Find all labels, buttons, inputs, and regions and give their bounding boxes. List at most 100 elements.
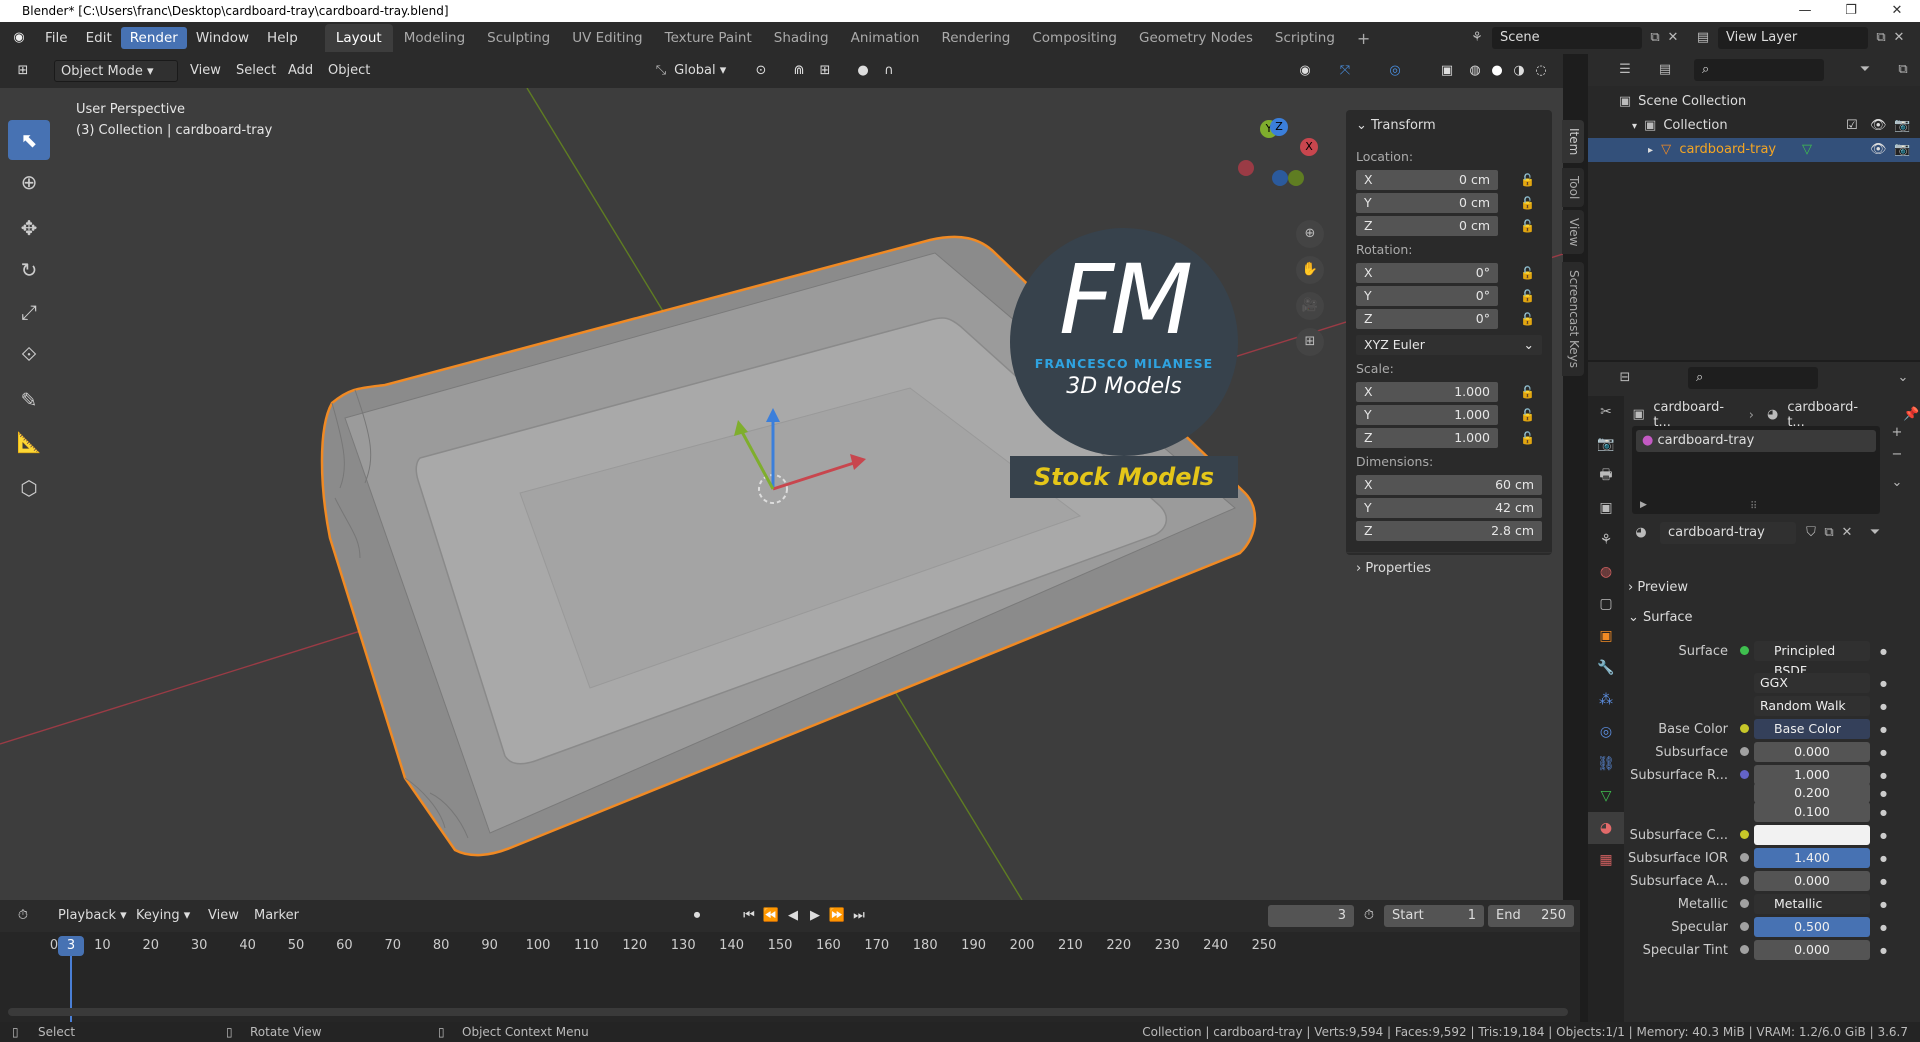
socket-icon[interactable] xyxy=(1736,644,1754,659)
socket-icon[interactable] xyxy=(1736,920,1754,935)
lock-icon[interactable]: 🔓 xyxy=(1520,266,1540,280)
gizmo-toggle-icon[interactable]: ⤧ xyxy=(1336,60,1354,82)
output-properties-icon[interactable]: 🖶 xyxy=(1588,460,1624,492)
gizmo-x-axis[interactable]: X xyxy=(1300,138,1318,156)
render-properties-icon[interactable]: 📷 xyxy=(1588,428,1624,460)
menu-view[interactable]: View xyxy=(190,60,221,82)
filter-icon[interactable]: ⏷ xyxy=(1856,61,1874,79)
scene-name-field[interactable]: Scene xyxy=(1492,27,1642,49)
rendered-shading-icon[interactable]: ◌ xyxy=(1532,60,1550,82)
menu-select[interactable]: Select xyxy=(236,60,276,82)
surface-prop-row[interactable]: Random Walk ● xyxy=(1628,695,1914,717)
wireframe-shading-icon[interactable]: ◍ xyxy=(1466,60,1484,82)
dimensions-x-row[interactable]: X 60 cm xyxy=(1356,474,1542,496)
tab-geometry-nodes[interactable]: Geometry Nodes xyxy=(1128,24,1264,52)
tab-screencast-keys[interactable]: Screencast Keys xyxy=(1562,262,1584,376)
next-keyframe-icon[interactable]: ⏩ xyxy=(828,905,846,927)
lock-icon[interactable]: 🔓 xyxy=(1520,385,1540,399)
expand-icon[interactable]: ▸ xyxy=(1648,145,1653,156)
add-slot-icon[interactable]: + xyxy=(1888,424,1906,442)
keyframe-dot-icon[interactable]: ● xyxy=(1880,831,1887,840)
location-z-row[interactable]: Z0 cm 🔓 xyxy=(1356,215,1542,237)
view-layer-field[interactable]: View Layer xyxy=(1718,27,1868,49)
stopwatch-icon[interactable]: ⏱ xyxy=(1360,905,1378,927)
menu-window[interactable]: Window xyxy=(187,27,258,49)
measure-tool-icon[interactable]: 📐 xyxy=(8,422,50,462)
gizmo-neg-x[interactable] xyxy=(1238,160,1254,176)
snap-icon[interactable]: ⋒ xyxy=(790,60,808,82)
delete-view-layer-icon[interactable]: ✕ xyxy=(1890,29,1908,47)
scale-x-row[interactable]: X 1.000 🔓 xyxy=(1356,381,1542,403)
editor-type-icon[interactable]: ⊞ xyxy=(14,60,32,82)
menu-marker[interactable]: Marker xyxy=(254,905,299,927)
menu-help[interactable]: Help xyxy=(258,27,307,49)
gizmo-neg-z[interactable] xyxy=(1272,170,1288,186)
lock-icon[interactable]: 🔓 xyxy=(1520,219,1540,233)
menu-object[interactable]: Object xyxy=(328,60,370,82)
scale-z-row[interactable]: Z 1.000 🔓 xyxy=(1356,427,1542,449)
surface-prop-row[interactable]: Specular Tint 0.000 ● xyxy=(1628,939,1914,961)
pivot-icon[interactable]: ⊙ xyxy=(752,60,770,82)
material-browse-icon[interactable]: ◕ xyxy=(1632,524,1650,542)
move-tool-icon[interactable]: ✥ xyxy=(8,208,50,248)
menu-keying[interactable]: Keying ▾ xyxy=(136,905,190,927)
tab-animation[interactable]: Animation xyxy=(840,24,931,52)
lock-icon[interactable]: 🔓 xyxy=(1520,408,1540,422)
tab-item[interactable]: Item xyxy=(1562,120,1584,164)
prop-value-field[interactable]: Principled BSDF xyxy=(1754,641,1870,678)
blender-logo-icon[interactable]: ◉ xyxy=(10,29,28,47)
constraints-properties-icon[interactable]: ⛓ xyxy=(1588,748,1624,780)
surface-prop-row[interactable]: Subsurface C... ● xyxy=(1628,824,1914,846)
material-properties-icon[interactable]: ◕ xyxy=(1588,812,1624,844)
keyframe-dot-icon[interactable]: ● xyxy=(1880,789,1887,798)
view-layer-properties-icon[interactable]: ▣ xyxy=(1588,492,1624,524)
keyframe-dot-icon[interactable]: ● xyxy=(1880,854,1887,863)
properties-search-input[interactable]: ⌕ xyxy=(1688,367,1818,389)
socket-icon[interactable] xyxy=(1736,897,1754,912)
render-camera-icon[interactable]: 📷 xyxy=(1894,114,1910,138)
surface-prop-row[interactable]: Metallic Metallic ● xyxy=(1628,893,1914,915)
keyframe-dot-icon[interactable]: ● xyxy=(1880,877,1887,886)
current-frame-field[interactable]: 3 xyxy=(1268,905,1354,927)
socket-icon[interactable] xyxy=(1736,851,1754,866)
prop-value-field[interactable]: 0.000 xyxy=(1754,871,1870,891)
surface-prop-row[interactable]: Subsurface 0.000 ● xyxy=(1628,741,1914,763)
keyframe-dot-icon[interactable]: ● xyxy=(1880,748,1887,757)
surface-prop-row[interactable]: Base Color Base Color ● xyxy=(1628,718,1914,740)
jump-start-icon[interactable]: ⏮ xyxy=(740,905,758,927)
tab-uv-editing[interactable]: UV Editing xyxy=(561,24,653,52)
eye-icon[interactable]: 👁 xyxy=(1870,114,1887,138)
lock-icon[interactable]: 🔓 xyxy=(1520,289,1540,303)
location-y-row[interactable]: Y0 cm 🔓 xyxy=(1356,192,1542,214)
material-name-field[interactable]: cardboard-tray xyxy=(1660,522,1796,544)
cursor-tool-icon[interactable]: ⊕ xyxy=(8,162,50,202)
keyframe-dot-icon[interactable]: ● xyxy=(1880,946,1887,955)
particles-properties-icon[interactable]: ⁂ xyxy=(1588,684,1624,716)
tab-scripting[interactable]: Scripting xyxy=(1264,24,1346,52)
prop-value-field[interactable]: 1.400 xyxy=(1754,848,1870,868)
duplicate-material-icon[interactable]: ⧉ xyxy=(1820,524,1838,542)
properties-editor-icon[interactable]: ⊟ xyxy=(1616,369,1634,387)
gizmo-z-axis[interactable]: Z xyxy=(1270,118,1288,136)
outliner-collection[interactable]: ▾ ▣ Collection ☑ 👁 📷 xyxy=(1588,114,1920,138)
tab-texture-paint[interactable]: Texture Paint xyxy=(654,24,763,52)
solid-shading-icon[interactable]: ● xyxy=(1488,60,1506,82)
playhead-frame-label[interactable]: 3 xyxy=(58,936,84,956)
tab-rendering[interactable]: Rendering xyxy=(930,24,1021,52)
socket-icon[interactable] xyxy=(1736,828,1754,843)
render-camera-icon[interactable]: 📷 xyxy=(1894,138,1910,162)
navigation-gizmo[interactable]: Y Z X xyxy=(1238,108,1328,198)
location-x-row[interactable]: X0 cm 🔓 xyxy=(1356,169,1542,191)
prop-value-field[interactable]: 0.200 xyxy=(1754,783,1870,803)
socket-icon[interactable] xyxy=(1736,874,1754,889)
transform-tool-icon[interactable]: ⟐ xyxy=(8,334,50,374)
xray-icon[interactable]: ▣ xyxy=(1438,60,1456,82)
new-view-layer-icon[interactable]: ⧉ xyxy=(1872,29,1890,47)
dimensions-y-row[interactable]: Y 42 cm xyxy=(1356,497,1542,519)
rotation-x-row[interactable]: X 0° 🔓 xyxy=(1356,262,1542,284)
surface-prop-row[interactable]: Subsurface IOR 1.400 ● xyxy=(1628,847,1914,869)
outliner-scene-collection[interactable]: ▣ Scene Collection xyxy=(1588,90,1920,114)
resize-handle[interactable]: ⠿ xyxy=(1750,501,1757,512)
outliner-search-input[interactable]: ⌕ xyxy=(1694,59,1824,81)
options-chevron-icon[interactable]: ⌄ xyxy=(1894,369,1912,387)
